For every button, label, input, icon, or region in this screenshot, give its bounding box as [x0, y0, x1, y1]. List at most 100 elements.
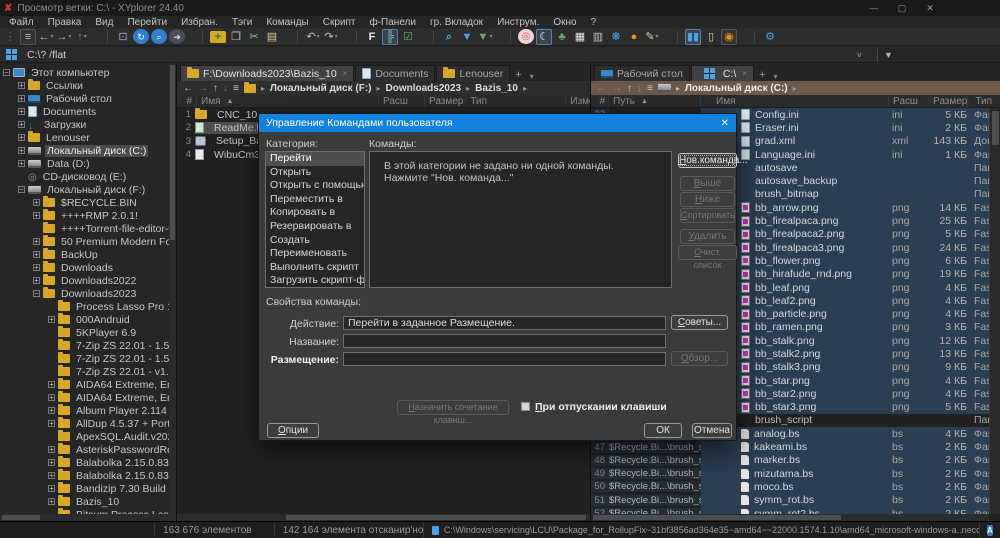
tree-expander[interactable] [48, 368, 55, 375]
separator[interactable] [282, 30, 298, 44]
file-row[interactable]: 51 $Recycle.Bi...\brush_script symm_rot.… [591, 494, 989, 507]
tree-expander[interactable]: + [48, 485, 55, 492]
menu-item[interactable]: ? [584, 17, 604, 28]
tree-expander[interactable]: + [18, 82, 25, 89]
left-horizontal-scrollbar[interactable] [177, 514, 590, 521]
close-button[interactable]: ✕ [922, 3, 938, 14]
tree-item[interactable]: + 000Andruid [0, 313, 176, 326]
right-horizontal-scrollbar[interactable] [591, 514, 989, 521]
breadcrumb-tail-icon[interactable]: ▸ [793, 84, 797, 93]
paste-button[interactable]: ▤ [264, 29, 280, 45]
address-input[interactable]: C:\? /flat [27, 49, 66, 61]
tree-item[interactable]: − Локальный диск (F:) [0, 183, 176, 196]
tree-expander[interactable]: + [33, 277, 40, 284]
tree-item[interactable]: + BackUp [0, 248, 176, 261]
tree-item[interactable]: + AllDup 4.5.37 + Portable [0, 417, 176, 430]
continue-button[interactable]: ➜ [169, 29, 185, 44]
redo-button[interactable]: ↷ [323, 29, 339, 45]
wipe-button[interactable]: ✎ [644, 29, 660, 45]
scrollbar-thumb[interactable] [2, 515, 40, 520]
folder-tab[interactable]: Lenouser [436, 65, 510, 81]
scrollbar-thumb[interactable] [992, 111, 999, 145]
breadcrumb-segment[interactable]: Bazis_10 [466, 83, 518, 94]
separator[interactable] [187, 30, 203, 44]
tree-item[interactable]: + Ссылки [0, 79, 176, 92]
on-key-release-label[interactable]: При отпускании клавиши [535, 401, 667, 413]
title-bar[interactable]: ✘ Просмотр ветки: C:\ - XYplorer 24.40 —… [0, 0, 1000, 16]
tree-item[interactable]: + Загрузки [0, 118, 176, 131]
assign-shortcut-button[interactable]: Назначить сочетание клавиш... [397, 400, 509, 415]
scrollbar-thumb[interactable] [593, 515, 841, 520]
menu-item[interactable]: Команды [259, 17, 315, 28]
separator[interactable] [341, 30, 357, 44]
tree-expander[interactable] [33, 225, 40, 232]
breadcrumb-nav-arrow[interactable]: ↓ [223, 83, 228, 94]
tree-vertical-scrollbar[interactable] [169, 63, 176, 514]
filter-box[interactable]: ▼ [877, 47, 1000, 62]
tree-expander[interactable]: + [18, 121, 25, 128]
breadcrumb-segment[interactable]: Downloads2023 [377, 83, 462, 94]
breadcrumb-nav-arrow[interactable]: ↓ [637, 83, 642, 94]
tree-item[interactable]: Process Lasso Pro 12.0.3.16 [0, 300, 176, 313]
tree-item[interactable]: 7-Zip ZS 22.01 - 1.5.4 Release 3 [0, 339, 176, 352]
on-key-release-checkbox[interactable] [521, 402, 530, 411]
delete-button[interactable]: Удалить [680, 229, 735, 244]
tree-item[interactable]: + 50 Premium Modern Fonts [0, 235, 176, 248]
menu-item[interactable]: Скрипт [316, 17, 363, 28]
folder-tab[interactable]: Рабочий стол [594, 65, 690, 81]
tree-item[interactable]: + Bazis_10 [0, 495, 176, 508]
category-item[interactable]: Перейти [266, 152, 364, 166]
single-pane-button[interactable]: ▯ [703, 29, 719, 45]
tree-expander[interactable]: + [48, 407, 55, 414]
location-field[interactable] [343, 352, 666, 366]
breadcrumb-segment[interactable]: Локальный диск (F:) [261, 83, 372, 94]
category-item[interactable]: Создать [266, 234, 364, 248]
new-tab-button[interactable]: + [510, 69, 526, 81]
folder-tab[interactable]: Documents [355, 65, 435, 81]
tree-horizontal-scrollbar[interactable] [0, 514, 176, 521]
tree-item[interactable]: + Downloads2022 [0, 274, 176, 287]
tree-expander[interactable] [48, 303, 55, 310]
tree-item[interactable]: − Этот компьютер [0, 66, 176, 79]
breadcrumb-nav-arrow[interactable]: → [612, 83, 622, 94]
folder-view-button[interactable]: ♣ [554, 29, 570, 45]
breadcrumb-nav-arrow[interactable]: → [198, 83, 208, 94]
file-row[interactable]: 52 $Recycle.Bi...\brush_script symm_rot2… [591, 507, 989, 514]
menu-item[interactable]: ф-Панели [362, 17, 422, 28]
new-folder-button[interactable]: + [210, 31, 226, 43]
column-header-name[interactable]: Имя [701, 95, 889, 107]
filter-button[interactable]: ▼ [459, 29, 475, 45]
column-header-path[interactable]: Путь▲ [609, 95, 701, 107]
tree-expander[interactable]: − [18, 186, 25, 193]
address-bar[interactable]: C:\? /flat ˅ ▼ [0, 47, 1000, 63]
menu-item[interactable]: Тэги [225, 17, 259, 28]
details-view-button[interactable]: ▥ [590, 29, 606, 45]
undo-button[interactable]: ↶ [305, 29, 321, 45]
breadcrumb-nav-arrow[interactable]: ← [183, 83, 193, 94]
tree-expander[interactable] [48, 355, 55, 362]
tab-list-chevron-icon[interactable]: ▾ [770, 72, 780, 81]
tree-expander[interactable]: + [18, 160, 25, 167]
tree-expander[interactable]: + [48, 498, 55, 505]
tree-item[interactable]: ApexSQL.Audit.v2021.01.2082 [0, 430, 176, 443]
sort-button[interactable]: Сортировать [680, 208, 735, 223]
cancel-button[interactable]: Отмена [692, 423, 732, 438]
folder-tab[interactable]: F:\Downloads2023\Bazis_10 × [180, 65, 354, 81]
tree-item[interactable]: + Documents [0, 105, 176, 118]
tree-expander[interactable]: + [48, 459, 55, 466]
tree-expander[interactable]: + [18, 134, 25, 141]
tree-toggle-button[interactable]: ╠ [382, 29, 398, 45]
menu-item[interactable]: Вид [88, 17, 120, 28]
tree-item[interactable]: + Downloads [0, 261, 176, 274]
tree-expander[interactable]: + [33, 199, 40, 206]
move-up-button[interactable]: Выше [680, 176, 735, 191]
dialog-title-bar[interactable]: Управление Командами пользователя ✕ [259, 114, 736, 132]
tree-item[interactable]: + Рабочий стол [0, 92, 176, 105]
category-item[interactable]: Копировать в [266, 206, 364, 220]
category-item[interactable]: Загрузить скрипт-файл [266, 274, 364, 288]
menu-item[interactable]: Инструм. [490, 17, 546, 28]
tree-item[interactable]: + $RECYCLE.BIN [0, 196, 176, 209]
breadcrumb-nav-arrow[interactable]: ↑ [213, 83, 218, 94]
tree-item[interactable]: 7-Zip ZS 22.01 - 1.5.4 Release 4 [0, 352, 176, 365]
file-row[interactable]: 49 $Recycle.Bi...\brush_script mizutama.… [591, 467, 989, 480]
